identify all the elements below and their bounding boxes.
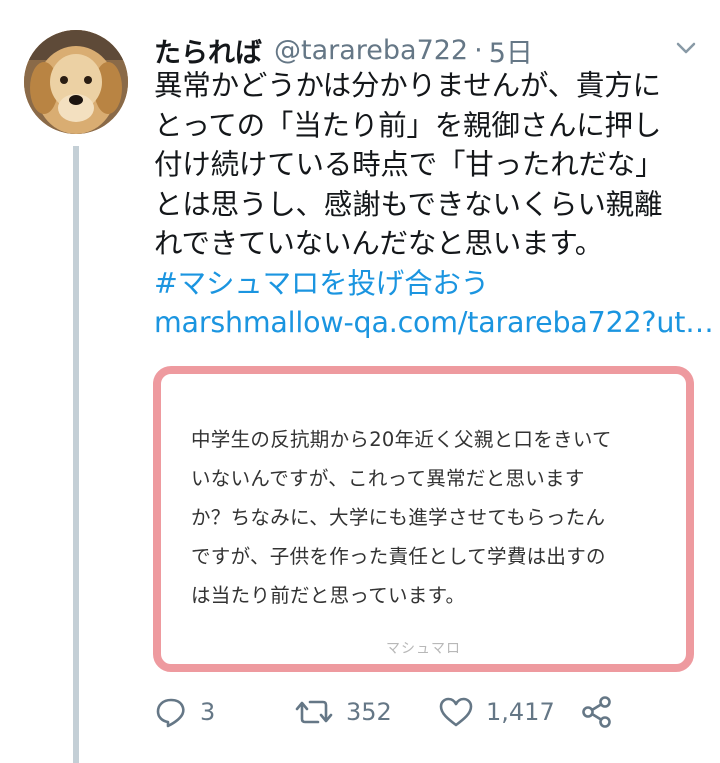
reply-icon	[154, 695, 188, 729]
card-text-line: ですが、子供を作った責任として学費は出すの	[191, 545, 606, 568]
separator: ·	[474, 34, 483, 66]
card-footer-label: マシュマロ	[386, 641, 461, 657]
avatar[interactable]	[24, 30, 128, 134]
thread-line	[73, 146, 79, 763]
user-handle[interactable]: @tarareba722	[274, 35, 468, 66]
card-text-line: は当たり前だと思っています。	[191, 584, 466, 607]
url-link[interactable]: marshmallow-qa.com/tarareba722?ut…	[154, 303, 714, 343]
timestamp[interactable]: 5日	[489, 31, 533, 70]
attached-image-card[interactable]: 中学生の反抗期から20年近く父親と口をきいて いないんですが、これって異常だと思…	[153, 366, 694, 672]
display-name[interactable]: たられば	[154, 31, 262, 70]
tweet-text: 異常かどうかは分かりませんが、貴方に とっての「当たり前」を親御さんに押し 付け…	[154, 66, 714, 343]
reply-button[interactable]: 3	[154, 690, 215, 734]
card-text-line: か？ちなみに、大学にも進学させてもらったん	[191, 506, 606, 529]
share-button[interactable]	[580, 690, 614, 734]
tweet-text-line: 異常かどうかは分かりませんが、貴方に	[154, 69, 661, 102]
share-icon	[580, 695, 614, 729]
card-text-line: いないんですが、これって異常だと思います	[191, 467, 585, 490]
dog-avatar-image	[24, 30, 128, 134]
tweet-text-line: 付け続けている時点で「甘ったれだな」	[154, 148, 664, 181]
like-count: 1,417	[486, 698, 555, 726]
tweet-text-line: とっての「当たり前」を親御さんに押し	[154, 108, 662, 142]
retweet-icon	[294, 695, 334, 729]
retweet-button[interactable]: 352	[294, 690, 392, 734]
hashtag-link[interactable]: #マシュマロを投げ合おう	[154, 264, 699, 304]
heart-icon	[438, 695, 474, 729]
reply-count: 3	[200, 698, 216, 726]
tweet-text-line: とは思うし、感謝もできないくらい親離	[154, 187, 663, 221]
like-button[interactable]: 1,417	[438, 690, 555, 734]
card-question-text: 中学生の反抗期から20年近く父親と口をきいて いないんですが、これって異常だと思…	[191, 420, 671, 615]
chevron-down-icon[interactable]	[672, 38, 700, 58]
tweet-text-line: れできていないんだなと思います。	[154, 227, 604, 260]
tweet-actions: 3 352 1,417	[154, 690, 624, 734]
retweet-count: 352	[346, 698, 392, 726]
tweet-header: たられば @tarareba722 · 5日	[154, 30, 533, 70]
card-text-line: 中学生の反抗期から20年近く父親と口をきいて	[191, 428, 612, 451]
